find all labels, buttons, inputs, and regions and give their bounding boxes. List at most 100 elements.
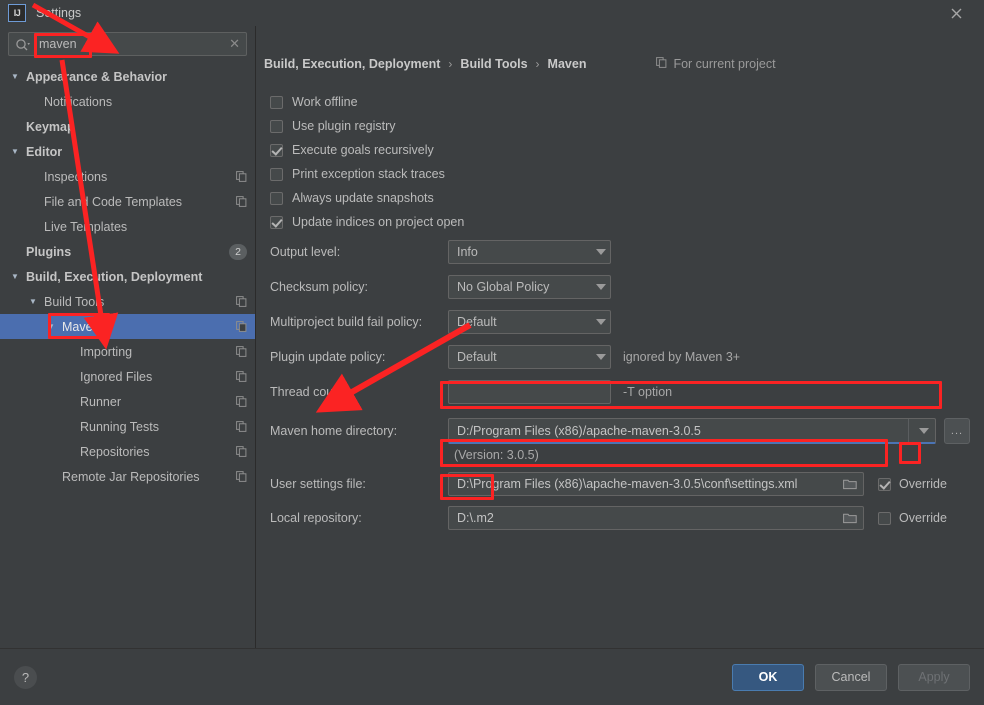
sidebar-item-editor[interactable]: ▼ Editor <box>0 139 255 164</box>
breadcrumb-item-0[interactable]: Build, Execution, Deployment <box>264 57 440 71</box>
copy-icon <box>236 371 247 382</box>
user-settings-override-checkbox[interactable] <box>878 477 891 491</box>
local-repository-row: Local repository: D:\.m2 Override <box>264 506 970 530</box>
breadcrumb-separator: › <box>448 57 453 71</box>
sidebar-item-label: Maven <box>62 319 100 334</box>
sidebar-item-label: Plugins <box>26 244 72 259</box>
search-icon <box>15 38 31 51</box>
for-current-project-label: For current project <box>656 57 776 71</box>
select-row-plugin-update-policy: Plugin update policy: Default ignored by M… <box>264 339 970 374</box>
checkbox-input[interactable] <box>270 143 283 157</box>
thread-count-input[interactable] <box>448 379 611 404</box>
sidebar-item-plugins[interactable]: ▼Plugins2 <box>0 239 255 264</box>
folder-icon[interactable] <box>837 512 863 524</box>
thread-count-label: Thread count: <box>270 384 348 399</box>
sidebar-item-label: Inspections <box>44 169 108 184</box>
sidebar-item-file-and-code-templates[interactable]: ▼File and Code Templates <box>0 189 255 214</box>
tree-expand-arrow-icon[interactable]: ▼ <box>8 272 22 281</box>
checkbox-input[interactable] <box>270 215 283 229</box>
chevron-down-icon[interactable] <box>596 353 606 360</box>
tree-expand-arrow-icon[interactable]: ▼ <box>8 147 22 156</box>
checkbox-input[interactable] <box>270 167 283 181</box>
apply-button: Apply <box>898 663 970 691</box>
select-value: Default <box>457 349 497 364</box>
checkbox-label: Work offline <box>292 95 358 109</box>
sidebar-item-appearance-behavior[interactable]: ▼ Appearance & Behavior <box>0 64 255 89</box>
sidebar-item-inspections[interactable]: ▼Inspections <box>0 164 255 189</box>
sidebar-item-label: Remote Jar Repositories <box>62 469 200 484</box>
sidebar-item-build-tools[interactable]: ▼ Build Tools <box>0 289 255 314</box>
sidebar-item-label: Repositories <box>80 444 150 459</box>
breadcrumb-item-1[interactable]: Build Tools <box>460 57 527 71</box>
user-settings-input[interactable]: D:\Program Files (x86)\apache-maven-3.0.… <box>448 472 864 496</box>
checkbox-input[interactable] <box>270 191 283 205</box>
sidebar-item-adornment <box>236 346 247 357</box>
ok-button[interactable]: OK <box>732 663 804 691</box>
select-label: Multiproject build fail policy: <box>270 314 423 329</box>
maven-options-select-group: Output level: Info Checksum policy: No Glob… <box>264 234 970 374</box>
select-dropdown[interactable]: Info <box>448 239 611 264</box>
tree-expand-arrow-icon[interactable]: ▼ <box>8 72 22 81</box>
checkbox-input[interactable] <box>270 119 283 133</box>
checkbox-label: Always update snapshots <box>292 191 434 205</box>
select-dropdown[interactable]: No Global Policy <box>448 274 611 299</box>
checkbox-row-always-update-snapshots[interactable]: Always update snapshots <box>264 186 970 210</box>
checkbox-input[interactable] <box>270 95 283 109</box>
local-repository-override-checkbox[interactable] <box>878 511 891 525</box>
sidebar-item-label: Running Tests <box>80 419 159 434</box>
local-repository-input[interactable]: D:\.m2 <box>448 506 864 530</box>
cancel-button[interactable]: Cancel <box>815 663 887 691</box>
tree-expand-arrow-icon[interactable]: ▼ <box>26 297 40 306</box>
copy-icon <box>236 321 247 332</box>
chevron-down-icon[interactable] <box>596 283 606 290</box>
chevron-down-icon[interactable] <box>596 318 606 325</box>
sidebar-item-ignored-files[interactable]: ▼Ignored Files <box>0 364 255 389</box>
maven-home-row: Maven home directory: D:/Program Files (… <box>264 418 970 444</box>
checkbox-row-update-indices-on-project-open[interactable]: Update indices on project open <box>264 210 970 234</box>
checkbox-label: Print exception stack traces <box>292 167 445 181</box>
sidebar-item-importing[interactable]: ▼Importing <box>0 339 255 364</box>
sidebar-item-repositories[interactable]: ▼Repositories <box>0 439 255 464</box>
sidebar-item-remote-jar-repositories[interactable]: ▼Remote Jar Repositories <box>0 464 255 489</box>
sidebar-item-running-tests[interactable]: ▼Running Tests <box>0 414 255 439</box>
chevron-down-icon[interactable] <box>596 248 606 255</box>
help-icon[interactable]: ? <box>14 665 37 689</box>
select-dropdown[interactable]: Default <box>448 344 611 369</box>
search-input[interactable]: maven ✕ <box>8 32 247 56</box>
user-settings-row: User settings file: D:\Program Files (x8… <box>264 472 970 496</box>
sidebar-item-notifications[interactable]: ▼Notifications <box>0 89 255 114</box>
user-settings-override[interactable]: Override <box>878 477 970 491</box>
checkbox-label: Update indices on project open <box>292 215 465 229</box>
maven-version-note: (Version: 3.0.5) <box>454 448 539 462</box>
search-container: maven ✕ <box>0 26 255 62</box>
maven-home-combobox[interactable]: D:/Program Files (x86)/apache-maven-3.0.… <box>448 418 936 444</box>
checkbox-label: Execute goals recursively <box>292 143 434 157</box>
close-icon[interactable] <box>936 0 976 26</box>
folder-icon[interactable] <box>837 478 863 490</box>
copy-icon <box>236 421 247 432</box>
sidebar-item-build-execution-deployment[interactable]: ▼ Build, Execution, Deployment <box>0 264 255 289</box>
tree-expand-arrow-icon[interactable]: ▼ <box>44 322 58 331</box>
settings-tree[interactable]: ▼ Appearance & Behavior ▼Notifications▼Key… <box>0 62 255 648</box>
local-repository-override[interactable]: Override <box>878 511 970 525</box>
checkbox-row-use-plugin-registry[interactable]: Use plugin registry <box>264 114 970 138</box>
checkbox-row-print-exception-stack-traces[interactable]: Print exception stack traces <box>264 162 970 186</box>
breadcrumb-item-2[interactable]: Maven <box>548 57 587 71</box>
copy-icon <box>236 296 247 307</box>
checkbox-row-work-offline[interactable]: Work offline <box>264 90 970 114</box>
sidebar-item-label: Build, Execution, Deployment <box>26 269 203 284</box>
sidebar-item-live-templates[interactable]: ▼Live Templates <box>0 214 255 239</box>
sidebar-item-runner[interactable]: ▼Runner <box>0 389 255 414</box>
sidebar-item-adornment: 2 <box>229 243 247 260</box>
chevron-down-icon[interactable] <box>908 419 935 442</box>
sidebar-item-maven[interactable]: ▼ Maven <box>0 314 255 339</box>
sidebar-item-label: Appearance & Behavior <box>26 69 168 84</box>
sidebar-item-keymap[interactable]: ▼Keymap <box>0 114 255 139</box>
clear-icon[interactable]: ✕ <box>225 36 240 52</box>
select-note: ignored by Maven 3+ <box>623 349 741 364</box>
checkbox-row-execute-goals-recursively[interactable]: Execute goals recursively <box>264 138 970 162</box>
maven-home-browse-button[interactable]: ... <box>944 418 970 444</box>
copy-icon <box>236 396 247 407</box>
maven-home-value: D:/Program Files (x86)/apache-maven-3.0.… <box>457 423 701 438</box>
select-dropdown[interactable]: Default <box>448 309 611 334</box>
